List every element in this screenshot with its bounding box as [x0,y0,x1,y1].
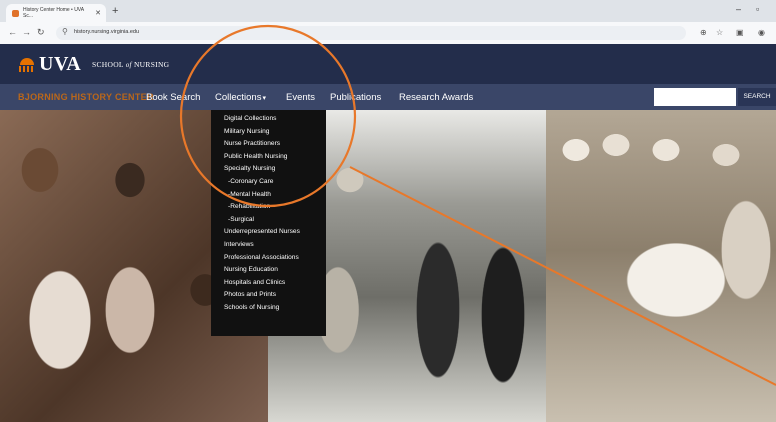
nav-book-search[interactable]: Book Search [146,92,200,103]
school-of: of [125,61,132,69]
minimize-button[interactable]: – [736,4,741,14]
reload-icon[interactable]: ↻ [37,27,45,38]
menu-item-interviews[interactable]: Interviews [211,239,326,252]
favicon-icon [12,9,19,17]
bookmark-star-icon[interactable]: ☆ [716,28,723,37]
search-input[interactable] [654,88,736,106]
hero-banner [0,110,776,422]
menu-item-digital-collections[interactable]: Digital Collections [211,113,326,126]
school-of-nursing-title[interactable]: SCHOOL of NURSING [92,60,169,69]
profile-icon[interactable]: ◉ [758,28,765,37]
address-url: history.nursing.virginia.edu [74,29,140,35]
menu-item-public-health-nursing[interactable]: Public Health Nursing [211,151,326,164]
menu-item-nurse-practitioners[interactable]: Nurse Practitioners [211,138,326,151]
collections-dropdown-menu: Digital Collections Military Nursing Nur… [211,110,326,336]
menu-item-underrepresented-nurses[interactable]: Underrepresented Nurses [211,226,326,239]
maximize-button[interactable]: ▫ [756,4,759,14]
nav-collections-label: Collections [215,92,262,103]
menu-item-surgical[interactable]: -Surgical [211,214,326,227]
school-suffix: NURSING [133,60,170,69]
menu-item-nursing-education[interactable]: Nursing Education [211,264,326,277]
chevron-down-icon: ▾ [262,95,266,102]
back-icon[interactable]: ← [8,27,17,37]
menu-item-coronary-care[interactable]: -Coronary Care [211,176,326,189]
hero-photo-surgery [546,110,776,422]
nav-collections[interactable]: Collections▾ [215,92,266,103]
address-bar[interactable]: ⚲ history.nursing.virginia.edu [56,26,686,40]
menu-item-hospitals-and-clinics[interactable]: Hospitals and Clinics [211,277,326,290]
search-button[interactable]: SEARCH [738,88,776,106]
site-header: UVA SCHOOL of NURSING [0,44,776,84]
uva-logo[interactable]: UVA [18,53,81,76]
extensions-icon[interactable]: ▣ [736,28,744,37]
menu-item-professional-associations[interactable]: Professional Associations [211,252,326,265]
forward-icon[interactable]: → [22,27,31,37]
new-tab-button[interactable]: + [112,5,118,17]
main-nav: BJORNING HISTORY CENTER Book Search Coll… [0,84,776,110]
menu-item-specialty-nursing[interactable]: Specialty Nursing [211,163,326,176]
browser-toolbar: ← → ↻ ⚲ history.nursing.virginia.edu ⊕ ☆… [0,22,776,45]
browser-tab-strip: History Center Home • UVA Sc... ✕ + – ▫ [0,0,776,22]
nav-events[interactable]: Events [286,92,315,103]
menu-item-rehabilitation[interactable]: -Rehabilitation [211,201,326,214]
nav-brand-link[interactable]: BJORNING HISTORY CENTER [18,92,154,102]
menu-item-photos-and-prints[interactable]: Photos and Prints [211,289,326,302]
school-prefix: SCHOOL [92,60,124,69]
close-tab-icon[interactable]: ✕ [95,9,101,17]
menu-item-schools-of-nursing[interactable]: Schools of Nursing [211,302,326,315]
translate-icon[interactable]: ⊕ [700,28,707,37]
nav-publications[interactable]: Publications [330,92,381,103]
site-info-icon[interactable]: ⚲ [62,27,68,36]
menu-item-military-nursing[interactable]: Military Nursing [211,126,326,139]
browser-tab-title: History Center Home • UVA Sc... [22,7,84,19]
rotunda-icon [18,57,36,72]
browser-tab[interactable]: History Center Home • UVA Sc... ✕ [6,4,106,22]
nav-research-awards[interactable]: Research Awards [399,92,473,103]
menu-item-mental-health[interactable]: -Mental Health [211,189,326,202]
logo-text: UVA [39,53,82,75]
